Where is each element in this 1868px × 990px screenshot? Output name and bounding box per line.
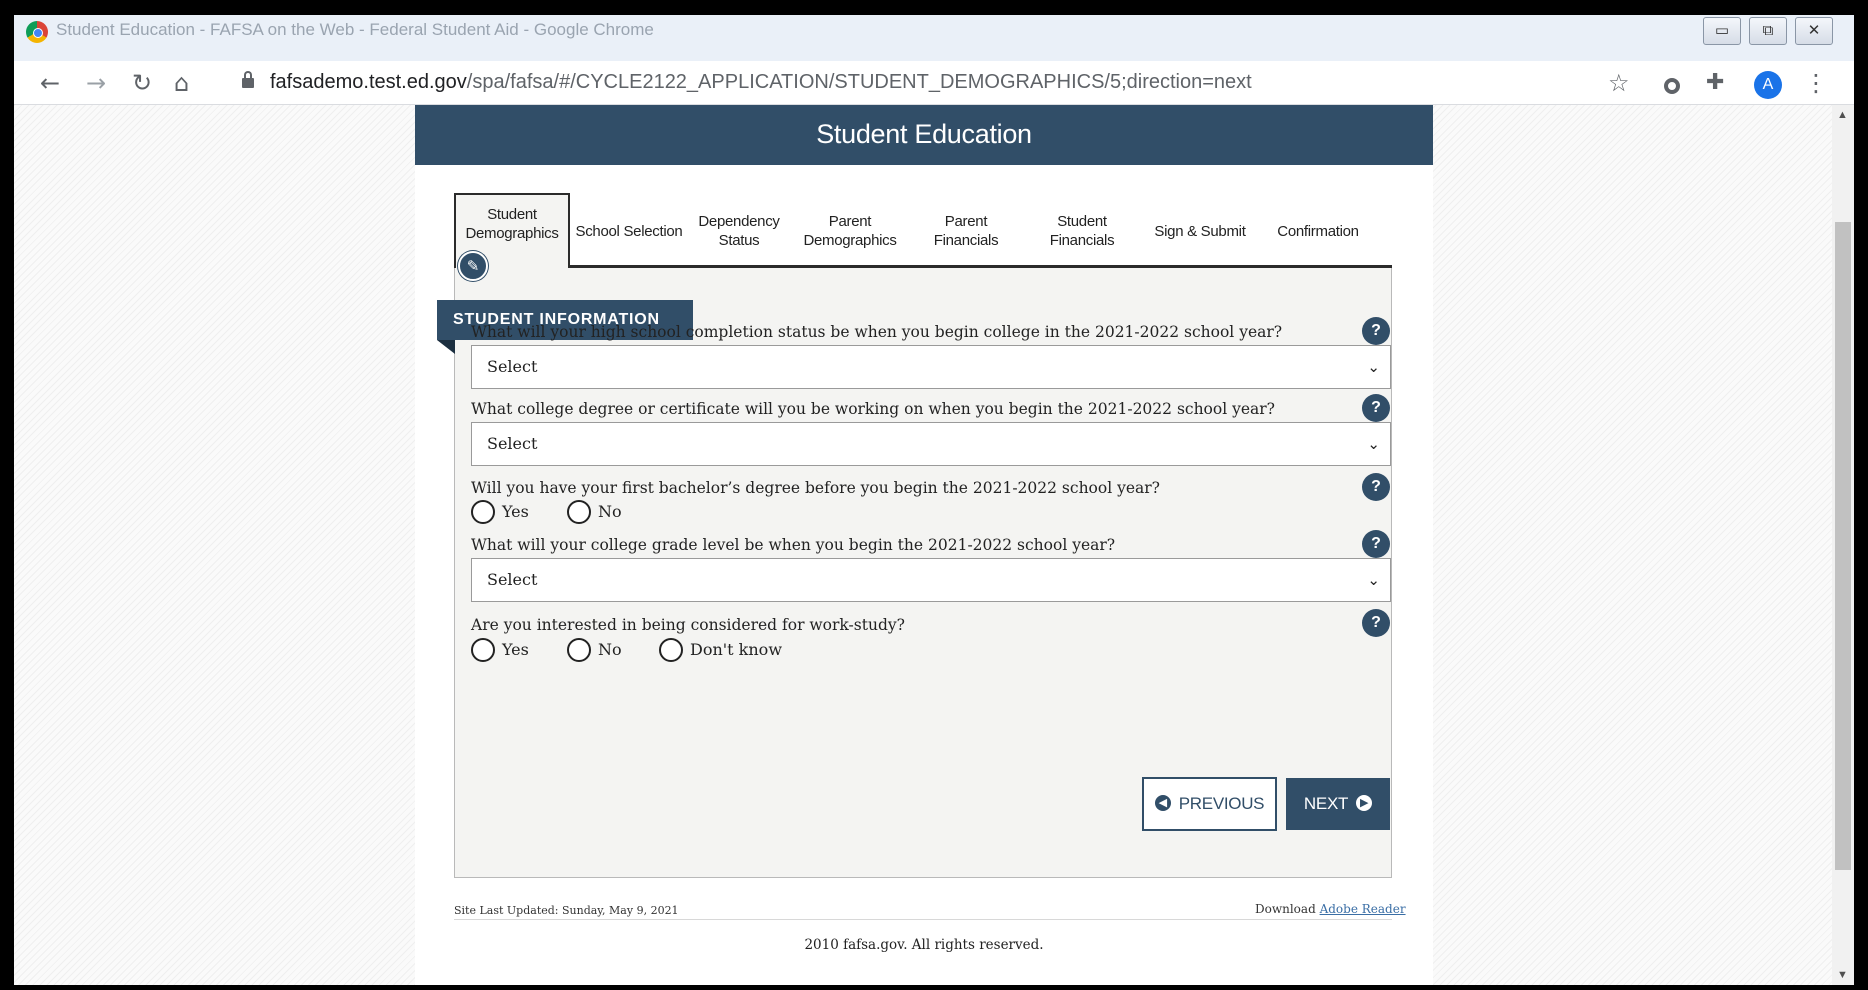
- chevron-down-icon: ⌄: [1367, 571, 1380, 589]
- download-prefix: Download: [1255, 902, 1316, 916]
- tab-parent-demographics[interactable]: Parent Demographics: [792, 195, 908, 267]
- footer-divider: [454, 919, 1392, 920]
- select-value: Select: [487, 434, 538, 453]
- back-icon[interactable]: ←: [40, 69, 60, 97]
- question-degree: What college degree or certificate will …: [471, 400, 1275, 418]
- radio-circle[interactable]: [567, 500, 591, 524]
- tab-label-line2: Status: [718, 232, 760, 249]
- minimize-button[interactable]: ▭: [1703, 17, 1741, 45]
- radio-label: Yes: [502, 502, 529, 521]
- tab-label-line2: Demographics: [803, 232, 897, 249]
- help-icon[interactable]: ?: [1362, 394, 1390, 422]
- url-path: /spa/fafsa/#/CYCLE2122_APPLICATION/STUDE…: [466, 71, 1252, 93]
- tab-confirmation[interactable]: Confirmation: [1260, 195, 1376, 267]
- forward-icon[interactable]: →: [86, 69, 106, 97]
- browser-toolbar: ← → ↻ ⌂ fafsademo.test.ed.gov/spa/fafsa/…: [14, 61, 1854, 105]
- page-viewport: Student Education Student Demographics Sc…: [14, 105, 1854, 985]
- arrow-left-circle-icon: ◀: [1154, 794, 1171, 811]
- progress-tabs: Student Demographics School Selection Dep…: [454, 193, 1392, 269]
- tab-label-line2: Financials: [933, 232, 999, 249]
- tab-label-line1: Dependency: [698, 213, 780, 230]
- tab-dependency-status[interactable]: Dependency Status: [686, 195, 792, 267]
- question-hs-completion: What will your high school completion st…: [471, 323, 1283, 341]
- tab-label-line1: Parent: [944, 213, 988, 230]
- reload-icon[interactable]: ↻: [132, 69, 152, 97]
- select-value: Select: [487, 357, 538, 376]
- select-value: Select: [487, 570, 538, 589]
- scroll-up-arrow-icon[interactable]: ▲: [1837, 109, 1848, 121]
- menu-icon[interactable]: ⋮: [1804, 69, 1828, 97]
- tab-label-line2: Financials: [1049, 232, 1115, 249]
- question-grade-level: What will your college grade level be wh…: [471, 536, 1116, 554]
- arrow-right-circle-icon: ▶: [1356, 794, 1373, 811]
- url-host: fafsademo.test.ed.gov: [270, 71, 467, 93]
- radio-label: No: [598, 640, 622, 659]
- help-icon[interactable]: ?: [1362, 317, 1390, 345]
- extension-icon[interactable]: [1664, 78, 1680, 94]
- previous-button[interactable]: ◀ PREVIOUS: [1142, 777, 1277, 831]
- copyright: 2010 fafsa.gov. All rights reserved.: [804, 937, 1044, 953]
- restore-button[interactable]: ⧉: [1749, 17, 1787, 45]
- home-icon[interactable]: ⌂: [174, 69, 189, 97]
- radio-circle[interactable]: [471, 638, 495, 662]
- content-panel: Student Education Student Demographics Sc…: [415, 105, 1433, 985]
- next-label: NEXT: [1303, 794, 1349, 813]
- title-bar: Student Education - FAFSA on the Web - F…: [14, 15, 1854, 61]
- hs-completion-select[interactable]: Select ⌄: [471, 345, 1391, 389]
- profile-avatar[interactable]: A: [1754, 71, 1782, 99]
- address-bar[interactable]: fafsademo.test.ed.gov/spa/fafsa/#/CYCLE2…: [270, 71, 1252, 94]
- help-icon[interactable]: ?: [1362, 609, 1390, 637]
- radio-label: Yes: [502, 640, 529, 659]
- tab-parent-financials[interactable]: Parent Financials: [908, 195, 1024, 267]
- radio-label: No: [598, 502, 622, 521]
- adobe-reader-link[interactable]: Adobe Reader: [1320, 902, 1406, 916]
- tab-label-line1: Sign & Submit: [1154, 222, 1246, 240]
- degree-select[interactable]: Select ⌄: [471, 422, 1391, 466]
- vertical-scrollbar[interactable]: ▲ ▼: [1832, 105, 1854, 985]
- help-icon[interactable]: ?: [1362, 530, 1390, 558]
- chevron-down-icon: ⌄: [1367, 358, 1380, 376]
- radio-label: Don't know: [690, 640, 783, 659]
- browser-window: Student Education - FAFSA on the Web - F…: [14, 15, 1854, 985]
- lock-icon[interactable]: [242, 71, 254, 88]
- tab-label-line1: Confirmation: [1277, 222, 1359, 240]
- tab-sign-submit[interactable]: Sign & Submit: [1140, 195, 1260, 267]
- radio-circle[interactable]: [471, 500, 495, 524]
- tab-school-selection[interactable]: School Selection: [572, 195, 686, 267]
- download-note: Download Adobe Reader: [1255, 902, 1406, 916]
- next-button[interactable]: NEXT ▶: [1286, 778, 1390, 830]
- tab-label-line1: Student: [1057, 213, 1107, 230]
- tab-label-line1: School Selection: [575, 222, 683, 240]
- chevron-down-icon: ⌄: [1367, 435, 1380, 453]
- page-title: Student Education: [415, 105, 1433, 165]
- site-last-updated: Site Last Updated: Sunday, May 9, 2021: [454, 904, 679, 917]
- tab-student-financials[interactable]: Student Financials: [1024, 195, 1140, 267]
- scroll-thumb[interactable]: [1835, 222, 1851, 870]
- radio-circle[interactable]: [659, 638, 683, 662]
- star-icon[interactable]: ☆: [1608, 69, 1630, 97]
- banner-fold: [437, 340, 455, 354]
- scroll-down-arrow-icon[interactable]: ▼: [1837, 969, 1848, 981]
- help-icon[interactable]: ?: [1362, 473, 1390, 501]
- radio-circle[interactable]: [567, 638, 591, 662]
- puzzle-icon[interactable]: ✚: [1706, 69, 1724, 97]
- question-work-study: Are you interested in being considered f…: [471, 616, 905, 634]
- tab-label-line1: Parent: [828, 213, 872, 230]
- grade-level-select[interactable]: Select ⌄: [471, 558, 1391, 602]
- chrome-icon: [26, 21, 48, 43]
- tab-label-line2: Demographics: [465, 225, 559, 242]
- pencil-icon: ✎: [458, 251, 488, 281]
- tab-label-line1: Student: [487, 206, 537, 223]
- close-button[interactable]: ✕: [1795, 17, 1833, 45]
- window-title: Student Education - FAFSA on the Web - F…: [56, 20, 654, 39]
- previous-label: PREVIOUS: [1178, 794, 1265, 813]
- question-bachelors: Will you have your first bachelor’s degr…: [471, 479, 1160, 497]
